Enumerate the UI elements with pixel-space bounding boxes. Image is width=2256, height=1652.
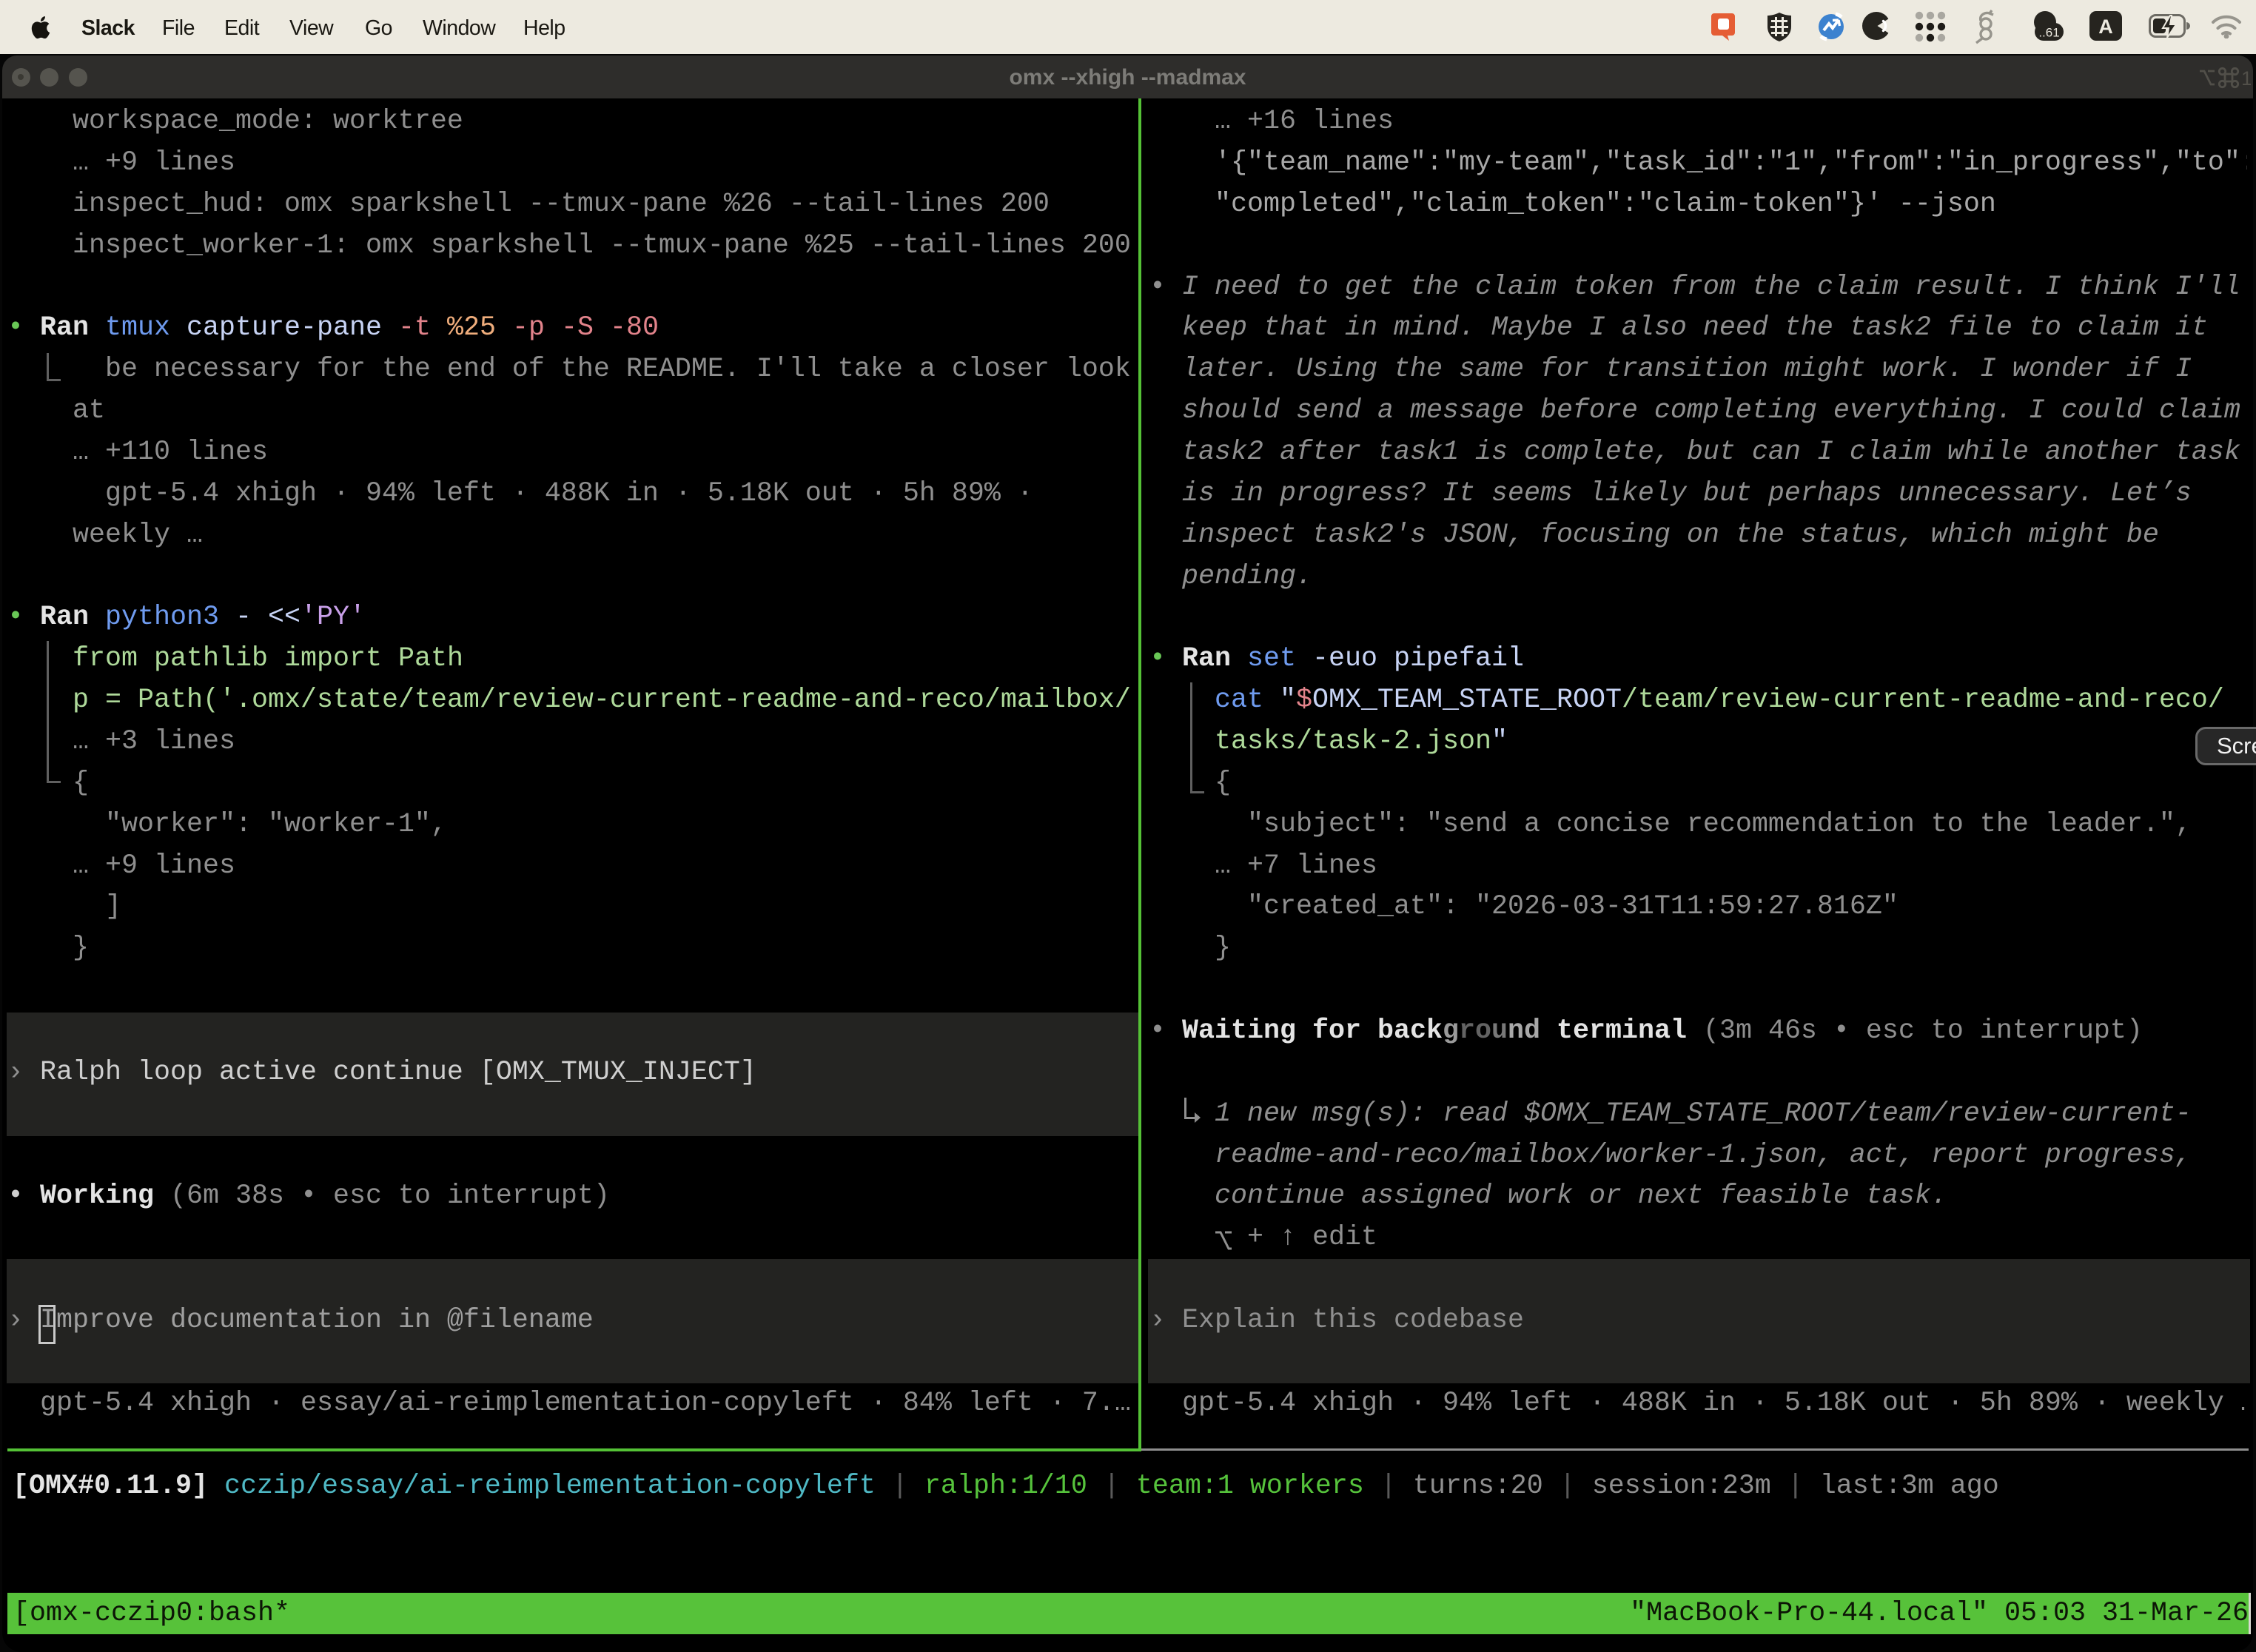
- svg-text:..61: ..61: [2038, 26, 2059, 40]
- svg-text:A: A: [2098, 16, 2113, 38]
- svg-text:1: 1: [2241, 67, 2251, 89]
